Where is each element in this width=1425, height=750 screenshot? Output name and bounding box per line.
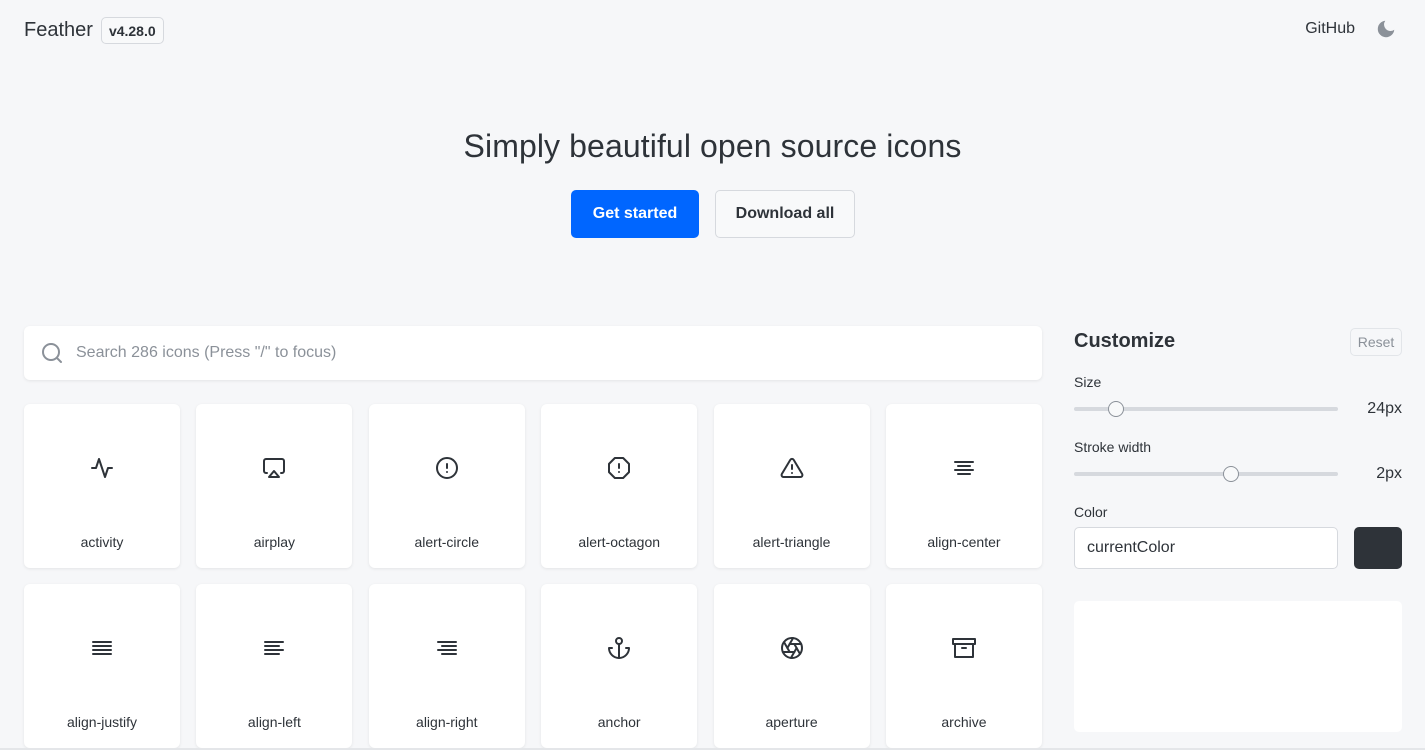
icon-card-alert-octagon[interactable]: alert-octagon — [541, 404, 698, 568]
icon-card-aperture[interactable]: aperture — [713, 584, 870, 748]
icon-card-label: aperture — [765, 714, 818, 730]
icon-card-label: archive — [941, 714, 987, 730]
airplay-icon — [262, 456, 286, 480]
activity-icon — [90, 456, 114, 480]
icon-card-alert-triangle[interactable]: alert-triangle — [713, 404, 870, 568]
stroke-width-value: 2px — [1376, 465, 1402, 482]
icon-grid: activity airplay alert-circle alert-octagon… — [24, 404, 1042, 748]
moon-icon — [1377, 20, 1395, 38]
hero: Simply beautiful open source icons Get s… — [0, 128, 1425, 238]
icon-card-label: align-justify — [66, 714, 138, 730]
search-bar — [24, 326, 1042, 380]
icon-card-alert-circle[interactable]: alert-circle — [368, 404, 525, 568]
archive-icon — [951, 636, 976, 660]
github-link[interactable]: GitHub — [1305, 20, 1355, 38]
get-started-button[interactable]: Get started — [571, 190, 699, 238]
icon-card-align-right[interactable]: align-right — [368, 584, 525, 748]
icon-card-label: align-center — [927, 534, 1001, 550]
anchor-icon — [607, 636, 631, 660]
search-input[interactable] — [76, 326, 1042, 380]
size-value: 24px — [1367, 400, 1402, 417]
aperture-icon — [780, 636, 804, 660]
alert-circle-icon — [435, 456, 459, 480]
hero-title: Simply beautiful open source icons — [463, 128, 962, 164]
icon-card-activity[interactable]: activity — [24, 404, 180, 568]
stroke-width-slider[interactable] — [1074, 464, 1338, 484]
color-label: Color — [1074, 504, 1108, 520]
site-header: Feather v4.28.0 GitHub — [0, 0, 1425, 62]
icon-card-airplay[interactable]: airplay — [196, 404, 353, 568]
icon-card-label: align-right — [416, 714, 478, 730]
customize-title: Customize — [1074, 330, 1176, 352]
search-icon — [40, 341, 64, 365]
alert-octagon-icon — [607, 456, 631, 480]
icon-card-label: airplay — [253, 534, 296, 550]
size-slider-thumb[interactable] — [1107, 401, 1124, 417]
align-left-icon — [262, 636, 286, 660]
icon-card-label: alert-circle — [414, 534, 480, 550]
icon-card-label: align-left — [247, 714, 301, 730]
header-nav: GitHub — [1305, 18, 1397, 40]
align-right-icon — [435, 636, 459, 660]
download-all-button[interactable]: Download all — [715, 190, 855, 238]
align-justify-icon — [90, 636, 114, 660]
icon-card-label: anchor — [597, 714, 641, 730]
icon-card-archive[interactable]: archive — [885, 584, 1042, 748]
icon-card-label: activity — [80, 534, 124, 550]
reset-button[interactable]: Reset — [1350, 328, 1402, 356]
align-center-icon — [952, 456, 976, 480]
icon-card-label: alert-triangle — [752, 534, 831, 550]
size-label: Size — [1074, 374, 1102, 390]
version-badge[interactable]: v4.28.0 — [100, 17, 164, 44]
icon-card-align-justify[interactable]: align-justify — [24, 584, 180, 748]
icon-card-anchor[interactable]: anchor — [541, 584, 698, 748]
stroke-slider-track — [1074, 472, 1338, 476]
color-swatch-button[interactable] — [1354, 527, 1402, 569]
color-input[interactable] — [1074, 527, 1338, 569]
icon-card-align-center[interactable]: align-center — [885, 404, 1042, 568]
alert-triangle-icon — [780, 456, 804, 480]
stroke-width-label: Stroke width — [1074, 439, 1152, 455]
icon-card-align-left[interactable]: align-left — [196, 584, 353, 748]
theme-toggle-button[interactable] — [1375, 18, 1397, 40]
brand-name[interactable]: Feather — [24, 19, 93, 42]
sponsor-box — [1074, 601, 1402, 732]
icon-card-label: alert-octagon — [578, 534, 661, 550]
brand: Feather v4.28.0 — [24, 17, 164, 44]
stroke-slider-thumb[interactable] — [1222, 466, 1239, 482]
size-slider[interactable] — [1074, 399, 1338, 419]
hero-actions: Get started Download all — [571, 190, 855, 238]
